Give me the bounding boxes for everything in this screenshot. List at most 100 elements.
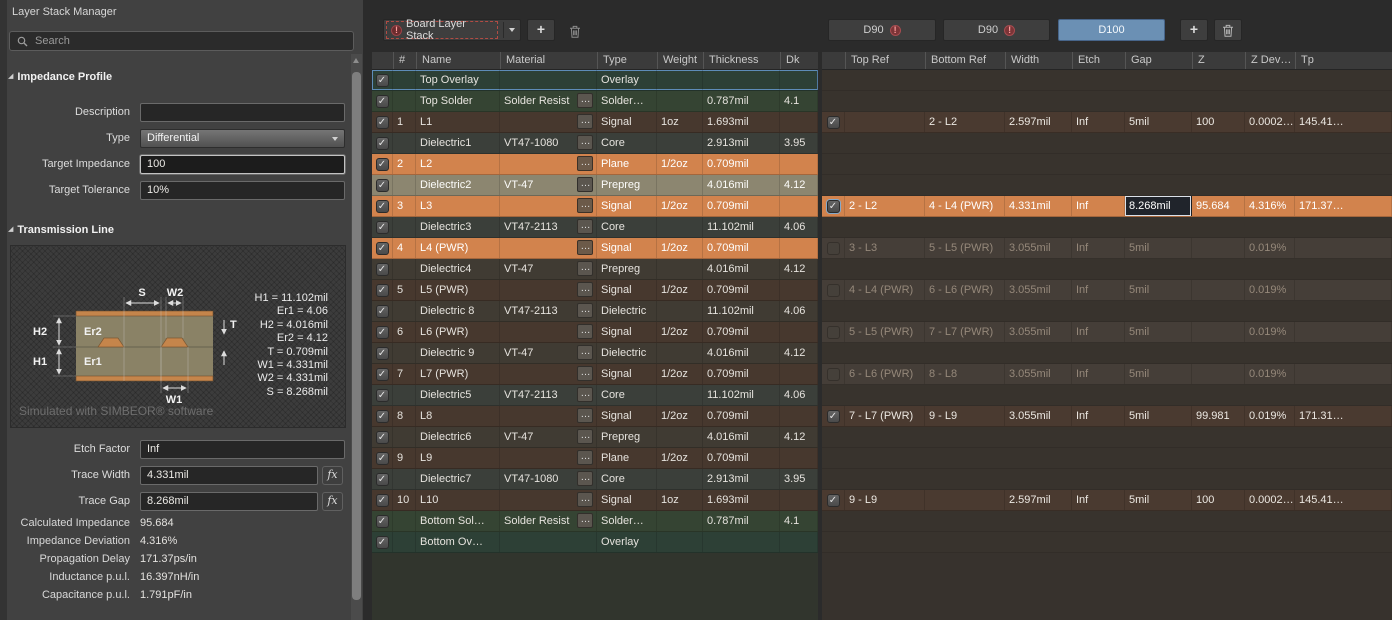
dk-cell[interactable]: 4.1	[780, 91, 818, 111]
material-ellipsis-button[interactable]: …	[577, 135, 593, 150]
row-checkbox[interactable]	[827, 410, 840, 423]
z-deviation-cell[interactable]: 0.019%	[1245, 406, 1295, 426]
weight-cell[interactable]: 1/2oz	[657, 154, 703, 174]
stack-row[interactable]: Top SolderSolder Resist…Solder…0.787mil4…	[372, 91, 818, 112]
bottom-ref-cell[interactable]: 4 - L4 (PWR)	[925, 196, 1005, 216]
panel-scrollbar[interactable]	[351, 54, 362, 620]
material-cell[interactable]: VT-47…	[500, 343, 597, 363]
weight-cell[interactable]: 1/2oz	[657, 322, 703, 342]
column-header[interactable]: Etch	[1072, 52, 1125, 69]
gap-cell[interactable]: 5mil	[1125, 490, 1192, 510]
thickness-cell[interactable]: 0.709mil	[703, 322, 780, 342]
target-impedance-input[interactable]: 100	[140, 155, 345, 174]
impedance-row[interactable]: 5 - L5 (PWR)7 - L7 (PWR)3.055milInf5mil0…	[822, 322, 1392, 343]
column-header[interactable]: Bottom Ref	[925, 52, 1005, 69]
stack-row[interactable]: 3L3…Signal1/2oz0.709mil	[372, 196, 818, 217]
etch-cell[interactable]: Inf	[1072, 364, 1125, 384]
material-cell[interactable]: VT47-1080…	[500, 469, 597, 489]
material-cell[interactable]: …	[500, 280, 597, 300]
stack-row[interactable]: Dielectric 8VT47-2113…Dielectric11.102mi…	[372, 301, 818, 322]
material-cell[interactable]: VT47-2113…	[500, 217, 597, 237]
bottom-ref-cell[interactable]: 9 - L9	[925, 406, 1005, 426]
weight-cell[interactable]	[657, 469, 703, 489]
stack-row[interactable]: Dielectric2VT-47…Prepreg4.016mil4.12	[372, 175, 818, 196]
layer-name-cell[interactable]: L1	[416, 112, 500, 132]
material-ellipsis-button[interactable]: …	[577, 324, 593, 339]
row-checkbox[interactable]	[376, 137, 389, 150]
add-stack-button[interactable]: +	[527, 19, 555, 41]
top-ref-cell[interactable]: 2 - L2	[845, 196, 925, 216]
etch-cell[interactable]: Inf	[1072, 280, 1125, 300]
type-cell[interactable]: Plane	[597, 154, 657, 174]
gap-cell[interactable]: 5mil	[1125, 322, 1192, 342]
stack-row[interactable]: 2L2…Plane1/2oz0.709mil	[372, 154, 818, 175]
thickness-cell[interactable]: 0.709mil	[703, 364, 780, 384]
weight-cell[interactable]	[657, 343, 703, 363]
stack-row[interactable]: Dielectric4VT-47…Prepreg4.016mil4.12	[372, 259, 818, 280]
z-cell[interactable]: 95.684	[1192, 196, 1245, 216]
weight-cell[interactable]	[657, 133, 703, 153]
layer-name-cell[interactable]: L5 (PWR)	[416, 280, 500, 300]
type-cell[interactable]: Solder…	[597, 91, 657, 111]
type-cell[interactable]: Signal	[597, 322, 657, 342]
type-cell[interactable]: Prepreg	[597, 175, 657, 195]
section-impedance-profile[interactable]: ◢Impedance Profile	[8, 71, 112, 83]
bottom-ref-cell[interactable]: 7 - L7 (PWR)	[925, 322, 1005, 342]
row-checkbox[interactable]	[376, 431, 389, 444]
z-cell[interactable]	[1192, 322, 1245, 342]
etch-cell[interactable]: Inf	[1072, 112, 1125, 132]
layer-name-cell[interactable]: Top Solder	[416, 91, 500, 111]
material-ellipsis-button[interactable]: …	[577, 345, 593, 360]
type-cell[interactable]: Signal	[597, 238, 657, 258]
dk-cell[interactable]: 4.06	[780, 301, 818, 321]
material-cell[interactable]	[500, 532, 597, 552]
layer-name-cell[interactable]: L10	[416, 490, 500, 510]
bottom-ref-cell[interactable]	[925, 490, 1005, 510]
gap-cell[interactable]: 5mil	[1125, 238, 1192, 258]
thickness-cell[interactable]: 0.787mil	[703, 91, 780, 111]
scrollbar-thumb[interactable]	[352, 72, 361, 600]
weight-cell[interactable]: 1/2oz	[657, 280, 703, 300]
type-cell[interactable]: Prepreg	[597, 259, 657, 279]
thickness-cell[interactable]: 0.787mil	[703, 511, 780, 531]
z-cell[interactable]: 100	[1192, 490, 1245, 510]
stack-row[interactable]: 8L8…Signal1/2oz0.709mil	[372, 406, 818, 427]
dk-cell[interactable]	[780, 364, 818, 384]
layer-name-cell[interactable]: Dielectric1	[416, 133, 500, 153]
type-dropdown[interactable]: Differential	[140, 129, 345, 148]
etch-cell[interactable]: Inf	[1072, 196, 1125, 216]
layer-name-cell[interactable]: Bottom Ov…	[416, 532, 500, 552]
row-checkbox[interactable]	[376, 305, 389, 318]
row-checkbox[interactable]	[376, 95, 389, 108]
thickness-cell[interactable]: 4.016mil	[703, 175, 780, 195]
row-checkbox[interactable]	[376, 263, 389, 276]
dk-cell[interactable]	[780, 406, 818, 426]
type-cell[interactable]: Dielectric	[597, 343, 657, 363]
trace-width-input[interactable]: 4.331mil	[140, 466, 318, 485]
dk-cell[interactable]: 4.12	[780, 175, 818, 195]
profile-tab-d90-0[interactable]: D90	[828, 19, 936, 41]
layer-name-cell[interactable]: Dielectric6	[416, 427, 500, 447]
delete-stack-button[interactable]	[564, 21, 586, 41]
thickness-cell[interactable]: 0.709mil	[703, 154, 780, 174]
row-checkbox[interactable]	[376, 179, 389, 192]
profile-tab-d90-1[interactable]: D90	[943, 19, 1050, 41]
dk-cell[interactable]: 4.06	[780, 217, 818, 237]
top-ref-cell[interactable]	[845, 112, 925, 132]
material-cell[interactable]: …	[500, 448, 597, 468]
layer-name-cell[interactable]: Bottom Sol…	[416, 511, 500, 531]
material-cell[interactable]: …	[500, 406, 597, 426]
material-cell[interactable]: VT47-2113…	[500, 385, 597, 405]
width-cell[interactable]: 3.055mil	[1005, 322, 1072, 342]
tp-cell[interactable]	[1295, 280, 1392, 300]
material-ellipsis-button[interactable]: …	[577, 219, 593, 234]
material-cell[interactable]: …	[500, 238, 597, 258]
thickness-cell[interactable]: 0.709mil	[703, 448, 780, 468]
dk-cell[interactable]: 3.95	[780, 469, 818, 489]
dk-cell[interactable]	[780, 280, 818, 300]
type-cell[interactable]: Plane	[597, 448, 657, 468]
thickness-cell[interactable]	[703, 532, 780, 552]
z-cell[interactable]: 100	[1192, 112, 1245, 132]
row-checkbox[interactable]	[827, 116, 840, 129]
tp-cell[interactable]	[1295, 238, 1392, 258]
